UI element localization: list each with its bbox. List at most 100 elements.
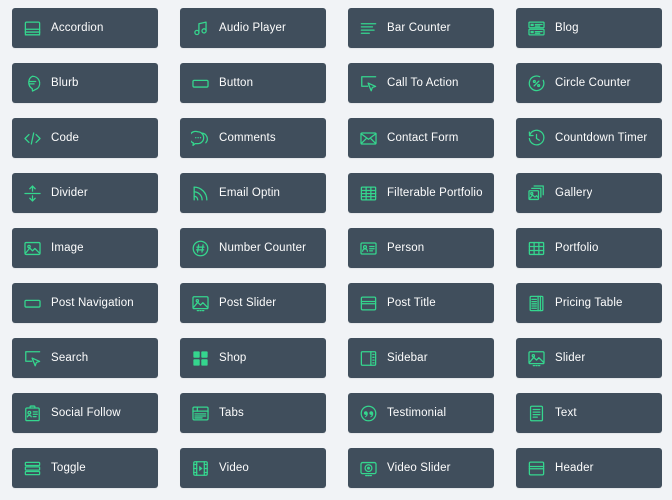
sidebar-panel-icon: [358, 348, 378, 368]
envelope-icon: [358, 128, 378, 148]
module-card-text[interactable]: Text: [516, 393, 662, 433]
module-card-circle-counter[interactable]: Circle Counter: [516, 63, 662, 103]
module-card-slider[interactable]: Slider: [516, 338, 662, 378]
social-card-icon: [22, 403, 42, 423]
grid-table-icon: [358, 183, 378, 203]
picture-icon: [22, 238, 42, 258]
module-card-blog[interactable]: Blog: [516, 8, 662, 48]
module-card-image[interactable]: Image: [12, 228, 158, 268]
module-card-video-slider[interactable]: Video Slider: [348, 448, 494, 488]
button-rectangle-icon: [190, 73, 210, 93]
module-label: Person: [387, 241, 425, 254]
image-slider-icon: [190, 293, 210, 313]
cursor-click-icon: [22, 348, 42, 368]
module-label: Testimonial: [387, 406, 447, 419]
module-card-blurb[interactable]: Blurb: [12, 63, 158, 103]
toggle-bars-icon: [22, 458, 42, 478]
module-card-divider[interactable]: Divider: [12, 173, 158, 213]
window-header-icon: [358, 293, 378, 313]
text-document-icon: [526, 403, 546, 423]
module-label: Button: [219, 76, 254, 89]
module-card-toggle[interactable]: Toggle: [12, 448, 158, 488]
module-card-post-slider[interactable]: Post Slider: [180, 283, 326, 323]
module-label: Post Navigation: [51, 296, 134, 309]
module-card-person[interactable]: Person: [348, 228, 494, 268]
module-label: Countdown Timer: [555, 131, 648, 144]
video-camera-icon: [358, 458, 378, 478]
module-card-comments[interactable]: Comments: [180, 118, 326, 158]
module-card-bar-counter[interactable]: Bar Counter: [348, 8, 494, 48]
accordion-icon: [22, 18, 42, 38]
module-card-post-title[interactable]: Post Title: [348, 283, 494, 323]
module-label: Contact Form: [387, 131, 459, 144]
module-label: Accordion: [51, 21, 104, 34]
module-card-code[interactable]: Code: [12, 118, 158, 158]
module-card-countdown-timer[interactable]: Countdown Timer: [516, 118, 662, 158]
bar-lines-icon: [358, 18, 378, 38]
module-label: Header: [555, 461, 594, 474]
speech-bubble-icon: [22, 73, 42, 93]
module-label: Filterable Portfolio: [387, 186, 483, 199]
module-card-button[interactable]: Button: [180, 63, 326, 103]
module-card-sidebar[interactable]: Sidebar: [348, 338, 494, 378]
module-card-portfolio[interactable]: Portfolio: [516, 228, 662, 268]
module-label: Portfolio: [555, 241, 599, 254]
module-label: Circle Counter: [555, 76, 631, 89]
music-note-icon: [190, 18, 210, 38]
module-card-gallery[interactable]: Gallery: [516, 173, 662, 213]
module-card-post-navigation[interactable]: Post Navigation: [12, 283, 158, 323]
clock-rewind-icon: [526, 128, 546, 148]
module-label: Text: [555, 406, 577, 419]
blog-list-icon: [526, 18, 546, 38]
module-card-testimonial[interactable]: Testimonial: [348, 393, 494, 433]
module-label: Post Slider: [219, 296, 277, 309]
photo-stack-icon: [526, 183, 546, 203]
module-label: Shop: [219, 351, 247, 364]
module-card-social-follow[interactable]: Social Follow: [12, 393, 158, 433]
module-card-contact-form[interactable]: Contact Form: [348, 118, 494, 158]
module-card-filterable-portfolio[interactable]: Filterable Portfolio: [348, 173, 494, 213]
grid-cells-icon: [526, 238, 546, 258]
module-label: Blurb: [51, 76, 79, 89]
module-card-audio-player[interactable]: Audio Player: [180, 8, 326, 48]
module-card-accordion[interactable]: Accordion: [12, 8, 158, 48]
image-slider-icon: [526, 348, 546, 368]
module-card-tabs[interactable]: Tabs: [180, 393, 326, 433]
module-label: Slider: [555, 351, 586, 364]
module-label: Comments: [219, 131, 276, 144]
tabs-window-icon: [190, 403, 210, 423]
circle-percent-icon: [526, 73, 546, 93]
module-label: Social Follow: [51, 406, 121, 419]
signal-waves-icon: [190, 183, 210, 203]
module-label: Gallery: [555, 186, 593, 199]
module-label: Video Slider: [387, 461, 451, 474]
module-label: Toggle: [51, 461, 86, 474]
module-label: Code: [51, 131, 80, 144]
module-card-pricing-table[interactable]: Pricing Table: [516, 283, 662, 323]
film-play-icon: [190, 458, 210, 478]
module-card-shop[interactable]: Shop: [180, 338, 326, 378]
code-brackets-icon: [22, 128, 42, 148]
pricing-columns-icon: [526, 293, 546, 313]
module-card-number-counter[interactable]: Number Counter: [180, 228, 326, 268]
module-card-video[interactable]: Video: [180, 448, 326, 488]
cursor-click-icon: [358, 73, 378, 93]
module-label: Search: [51, 351, 89, 364]
quote-circle-icon: [358, 403, 378, 423]
module-card-search[interactable]: Search: [12, 338, 158, 378]
hash-circle-icon: [190, 238, 210, 258]
module-label: Video: [219, 461, 249, 474]
four-squares-icon: [190, 348, 210, 368]
module-label: Post Title: [387, 296, 436, 309]
module-card-email-optin[interactable]: Email Optin: [180, 173, 326, 213]
module-label: Pricing Table: [555, 296, 623, 309]
module-label: Tabs: [219, 406, 244, 419]
divider-arrows-icon: [22, 183, 42, 203]
button-rectangle-icon: [22, 293, 42, 313]
module-grid: Accordion Audio Player Bar Counter Blog Blur…: [0, 0, 672, 500]
module-card-header[interactable]: Header: [516, 448, 662, 488]
module-card-call-to-action[interactable]: Call To Action: [348, 63, 494, 103]
module-label: Sidebar: [387, 351, 428, 364]
module-label: Email Optin: [219, 186, 281, 199]
comment-bubbles-icon: [190, 128, 210, 148]
